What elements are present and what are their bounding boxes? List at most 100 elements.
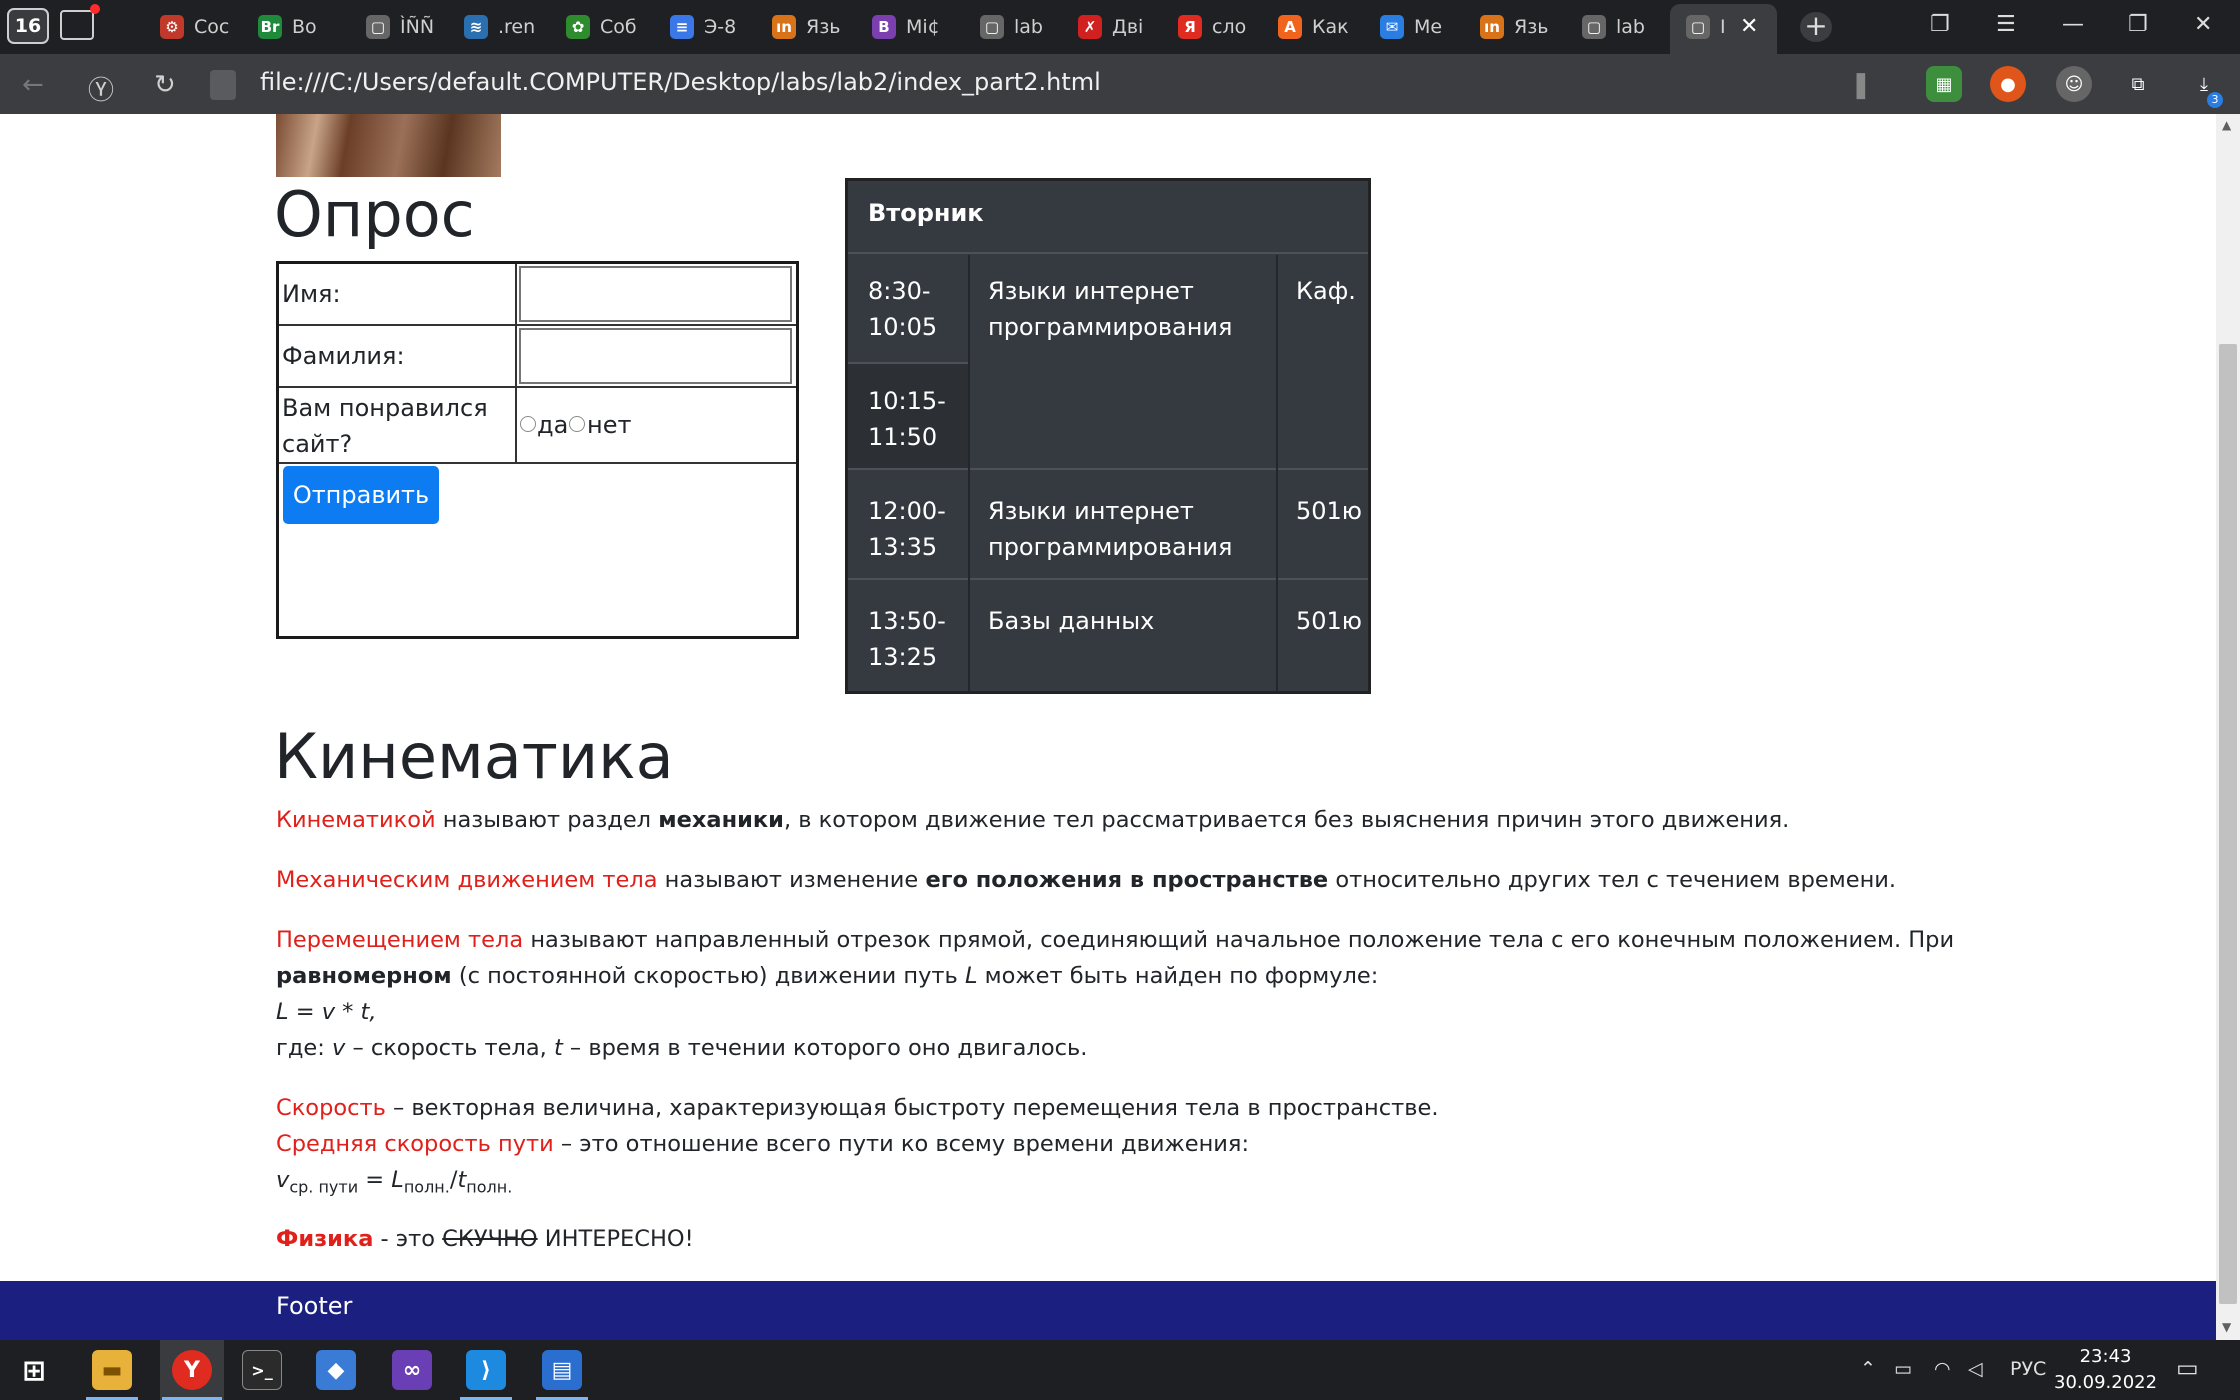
git-icon[interactable]: ◆ [316,1350,356,1390]
back-icon[interactable]: ← [22,70,44,100]
visual-studio-icon[interactable]: ∞ [392,1350,432,1390]
time: 23:43 [2079,1346,2132,1367]
scrollbar[interactable]: ▲ ▼ [2216,114,2240,1340]
schedule-table: Вторник 8:30- 10:05 10:15- 11:50 12:00- … [845,178,1371,694]
language-indicator[interactable]: РУС [2010,1358,2046,1380]
close-tab-icon[interactable]: ✕ [1740,14,1758,39]
italic-var: t [457,1167,467,1193]
document-icon[interactable]: ▤ [542,1350,582,1390]
tab-favicon-icon: ▢ [366,15,390,39]
scroll-thumb[interactable] [2219,344,2237,1304]
paragraph-line: где: v – скорость тела, t – время в тече… [276,1030,1087,1066]
paragraph: Перемещением тела называют направленный … [276,922,1954,958]
windows-start-icon[interactable]: ⊞ [14,1350,54,1390]
bookmark-icon[interactable]: ❚ [1850,70,1872,100]
paragraph: Физика - это СКУЧНО ИНТЕРЕСНО! [276,1221,694,1257]
browser-tab[interactable]: ın Язь [772,10,842,44]
vscode-icon[interactable]: ⟩ [466,1350,506,1390]
term: Механическим движением тела [276,867,658,893]
text: – время в течении которого оно двигалось… [562,1035,1088,1061]
new-tab-button[interactable]: + [1800,12,1832,42]
tab-count-button[interactable]: 16 [7,8,49,44]
browser-tab[interactable]: ⚙ Coc [160,10,230,44]
profile-icon[interactable]: ☺ [2056,66,2092,102]
tray-chevron-icon[interactable]: ⌃ [1860,1358,1876,1380]
menu-icon[interactable]: ☰ [1996,12,2016,37]
row-divider [848,362,968,364]
browser-tab[interactable]: Br Bo [258,10,328,44]
file-explorer-icon[interactable]: ▬ [92,1350,132,1390]
browser-tab[interactable]: ≋ .ren [464,10,534,44]
scroll-up-icon[interactable]: ▲ [2222,118,2231,132]
day-header: Вторник [868,199,984,227]
tab-label: Язь [1514,16,1549,38]
yes-label: да [537,411,569,439]
tab-label: Bo [292,16,317,38]
file-icon [210,70,236,100]
yandex-logo-icon[interactable]: Ⓨ [88,70,114,107]
browser-tab[interactable]: B Mi¢ [872,10,942,44]
paragraph: Скорость – векторная величина, характери… [276,1090,1439,1126]
browser-tab[interactable]: ✉ Ме [1380,10,1450,44]
date: 30.09.2022 [2054,1372,2158,1393]
tab-label: Coc [194,16,230,38]
bold-text: его положения в пространстве [925,867,1329,893]
url-field[interactable]: file:///C:/Users/default.COMPUTER/Deskto… [260,68,1101,96]
tab-favicon-icon: Br [258,15,282,39]
header-photo [276,114,501,177]
minimize-icon[interactable]: — [2062,12,2084,37]
new-tab-side-icon[interactable] [60,4,100,40]
surname-input[interactable] [519,328,792,384]
close-window-icon[interactable]: ✕ [2194,12,2212,37]
subject: Языки интернет [988,277,1194,305]
submit-button[interactable]: Отправить [283,466,439,524]
time-start: 10:15- [868,387,946,415]
yandex-browser-icon[interactable]: Y [172,1350,212,1390]
browser-tab[interactable]: Ясло [1178,10,1248,44]
text: ИНТЕРЕСНО! [537,1226,694,1252]
browser-tab-bar: 16 ⚙ Coc Br Bo ▢ ÌÑÑ ≋ .ren ✿ Coб ≡ Э-8 ın Язь B Mi¢ ▢ la… [0,0,2240,54]
browser-tab[interactable]: ✿ Coб [566,10,636,44]
extension-icon[interactable]: ● [1990,66,2026,102]
terminal-icon[interactable]: >_ [242,1350,282,1390]
tab-label: Язь [806,16,841,38]
browser-tab[interactable]: ın Язь [1480,10,1550,44]
battery-icon[interactable]: ▭ [1894,1358,1912,1380]
browser-tab[interactable]: ▢ ÌÑÑ [366,10,436,44]
tab-favicon-icon: ▢ [1582,15,1606,39]
time-end: 11:50 [868,423,938,451]
volume-icon[interactable]: ◁ [1968,1358,1983,1380]
clock[interactable]: 23:43 30.09.2022 [2054,1344,2157,1396]
wifi-icon[interactable]: ◠ [1934,1358,1951,1380]
tab-favicon-icon: Я [1178,15,1202,39]
no-label: нет [587,411,632,439]
no-radio[interactable] [569,416,585,432]
tab-favicon-icon: B [872,15,896,39]
reload-icon[interactable]: ↻ [154,70,176,100]
scroll-down-icon[interactable]: ▼ [2222,1320,2231,1334]
extension-icon[interactable]: ▦ [1926,66,1962,102]
text: = [358,1167,392,1193]
text: - это [373,1226,443,1252]
browser-tab[interactable]: ✗ Дві [1078,10,1148,44]
browser-tab[interactable]: A Как [1278,10,1348,44]
yes-radio[interactable] [520,416,536,432]
survey-form: Имя: Фамилия: Вам понравился сайт? да не… [276,261,799,639]
browser-tab[interactable]: ▢ lab [1582,10,1652,44]
time-end: 10:05 [868,313,938,341]
browser-tab[interactable]: ▢ I [1686,10,1728,44]
collections-icon[interactable]: ❐ [1930,12,1950,37]
name-input[interactable] [519,266,792,322]
row-divider [848,468,1368,470]
browser-tab[interactable]: ≡ Э-8 [670,10,740,44]
notifications-icon[interactable]: ▭ [2176,1354,2199,1382]
browser-tab[interactable]: ▢ lab [980,10,1050,44]
tabs-icon[interactable]: ⧉ [2120,66,2156,102]
tab-favicon-icon: ✗ [1078,15,1102,39]
term: Перемещением тела [276,927,524,953]
table-row: Фамилия: [279,326,796,388]
downloads-badge: 3 [2207,92,2223,108]
text: , в котором движение тел рассматривается… [783,807,1790,833]
maximize-icon[interactable]: ❐ [2128,12,2148,37]
time-end: 13:35 [868,533,938,561]
